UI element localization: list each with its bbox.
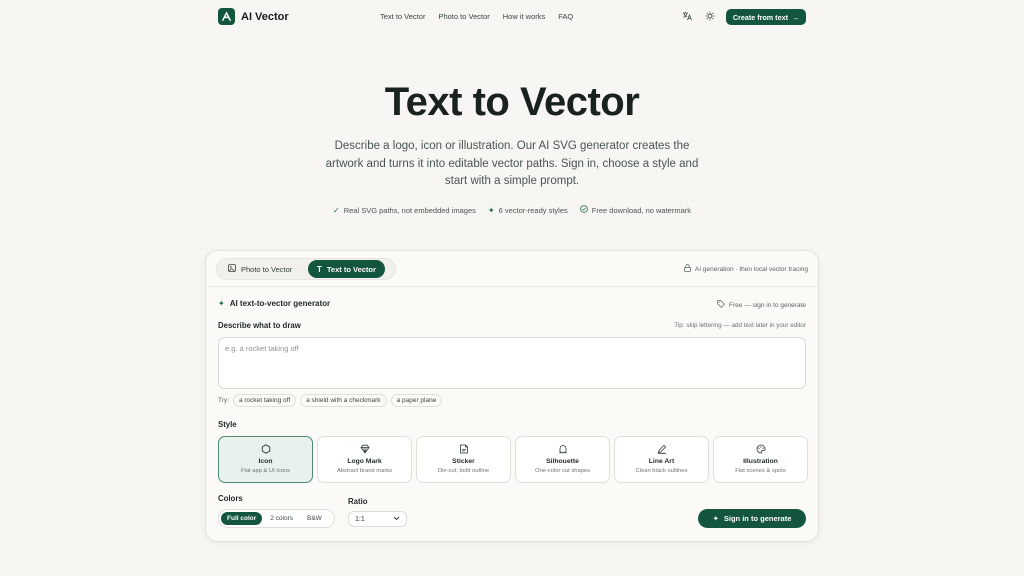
prompt-label: Describe what to draw — [218, 321, 301, 330]
nav-links: Text to Vector Photo to Vector How it wo… — [380, 12, 573, 21]
nav-link-how-it-works[interactable]: How it works — [503, 12, 546, 21]
mode-tabs: Photo to Vector T Text to Vector — [216, 258, 396, 280]
chevron-down-icon — [393, 516, 400, 523]
feature-item: Free download, no watermark — [579, 205, 691, 215]
try-suggestions: Try: a rocket taking off a shield with a… — [218, 394, 443, 407]
style-label: Style — [218, 420, 237, 429]
style-name: Line Art — [648, 458, 675, 465]
feature-label: Free download, no watermark — [591, 205, 691, 215]
brand-logo[interactable]: AI Vector — [218, 8, 289, 25]
suggestion-chip[interactable]: a paper plane — [390, 394, 443, 407]
style-option-logo-mark[interactable]: Logo Mark Abstract brand marks — [317, 436, 412, 483]
ai-note-text: AI generation · then local vector tracin… — [694, 265, 808, 273]
generator-title-text: AI text-to-vector generator — [229, 299, 331, 308]
tab-label: Photo to Vector — [241, 264, 293, 274]
pen-icon — [657, 443, 667, 455]
gem-icon — [359, 443, 370, 455]
lock-icon — [684, 264, 691, 274]
ghost-icon — [558, 443, 568, 455]
ai-note: AI generation · then local vector tracin… — [684, 264, 808, 274]
tab-photo-to-vector[interactable]: Photo to Vector — [219, 260, 301, 278]
generate-label: Sign in to generate — [723, 514, 792, 523]
color-option-full[interactable]: Full color — [221, 512, 263, 525]
generator-title: ✦ AI text-to-vector generator — [218, 299, 330, 308]
image-icon — [228, 264, 236, 274]
feature-list: ✓ Real SVG paths, not embedded images ✦ … — [0, 205, 1024, 215]
sign-in-to-generate-button[interactable]: ✦ Sign in to generate — [698, 509, 806, 528]
sun-icon[interactable] — [705, 11, 715, 21]
style-desc: Abstract brand marks — [336, 468, 393, 474]
text-icon: T — [317, 264, 322, 274]
palette-icon — [756, 443, 766, 455]
feature-item: ✦ 6 vector-ready styles — [488, 205, 568, 215]
ratio-select[interactable]: 1:1 — [348, 511, 407, 527]
tab-label: Text to Vector — [326, 264, 376, 274]
style-name: Icon — [258, 458, 273, 465]
free-note-text: Free — sign in to generate — [729, 301, 806, 309]
feature-label: 6 vector-ready styles — [498, 205, 568, 215]
style-options: Icon Flat app & UI icons Logo Mark Abstr… — [218, 436, 808, 483]
style-option-illustration[interactable]: Illustration Flat scenes & spots — [713, 436, 808, 483]
style-option-line-art[interactable]: Line Art Clean black outlines — [614, 436, 709, 483]
prompt-tip: Tip: skip lettering — add text later in … — [674, 322, 806, 329]
style-name: Sticker — [452, 458, 475, 465]
colors-toggle: Full color 2 colors B&W — [218, 509, 335, 528]
nav-link-photo-to-vector[interactable]: Photo to Vector — [438, 12, 489, 21]
prompt-input[interactable]: e.g. a rocket taking off — [218, 337, 806, 389]
tab-text-to-vector[interactable]: T Text to Vector — [308, 260, 385, 278]
sticker-icon — [459, 443, 469, 455]
check-icon: ✓ — [333, 205, 340, 215]
nav-link-text-to-vector[interactable]: Text to Vector — [380, 12, 425, 21]
feature-label: Real SVG paths, not embedded images — [343, 205, 476, 215]
style-desc: Flat app & UI icons — [241, 468, 290, 474]
color-option-two[interactable]: 2 colors — [264, 512, 299, 525]
hero-subtitle: Describe a logo, icon or illustration. O… — [325, 140, 699, 187]
logo-icon — [218, 8, 235, 25]
check-circle-icon — [579, 205, 588, 215]
generator-card: Photo to Vector T Text to Vector AI gene… — [205, 250, 819, 542]
style-option-silhouette[interactable]: Silhouette One-color cut shapes — [515, 436, 610, 483]
sparkle-icon: ✦ — [487, 205, 495, 215]
style-desc: Flat scenes & spots — [735, 468, 786, 474]
style-desc: One-color cut shapes — [534, 468, 591, 474]
suggestion-chip[interactable]: a shield with a checkmark — [300, 394, 387, 407]
nav-link-faq[interactable]: FAQ — [558, 12, 573, 21]
page-title: Text to Vector — [384, 80, 640, 124]
ratio-value: 1:1 — [355, 515, 365, 523]
arrow-right-icon: → — [791, 12, 800, 22]
cta-label: Create from text — [732, 12, 788, 22]
color-option-bw[interactable]: B&W — [301, 512, 328, 525]
style-desc: Die-cut, bold outline — [437, 468, 490, 474]
tag-icon — [717, 300, 725, 310]
divider — [206, 286, 818, 287]
feature-item: ✓ Real SVG paths, not embedded images — [333, 205, 476, 215]
top-nav: AI Vector Text to Vector Photo to Vector… — [0, 0, 1024, 34]
free-note: Free — sign in to generate — [717, 300, 806, 310]
suggestion-chip[interactable]: a rocket taking off — [232, 394, 297, 407]
try-label: Try: — [218, 397, 229, 404]
hexagon-icon — [261, 443, 271, 455]
sparkle-icon: ✦ — [218, 299, 225, 308]
brand-name: AI Vector — [241, 10, 289, 23]
style-name: Illustration — [743, 458, 778, 465]
create-from-text-button[interactable]: Create from text → — [726, 9, 806, 25]
translate-icon[interactable] — [682, 11, 692, 21]
style-option-sticker[interactable]: Sticker Die-cut, bold outline — [416, 436, 511, 483]
style-desc: Clean black outlines — [635, 468, 688, 474]
sparkle-icon: ✦ — [712, 514, 719, 523]
ratio-label: Ratio — [348, 497, 368, 506]
style-name: Logo Mark — [347, 458, 382, 465]
colors-label: Colors — [218, 494, 243, 503]
style-option-icon[interactable]: Icon Flat app & UI icons — [218, 436, 313, 483]
style-name: Silhouette — [546, 458, 579, 465]
